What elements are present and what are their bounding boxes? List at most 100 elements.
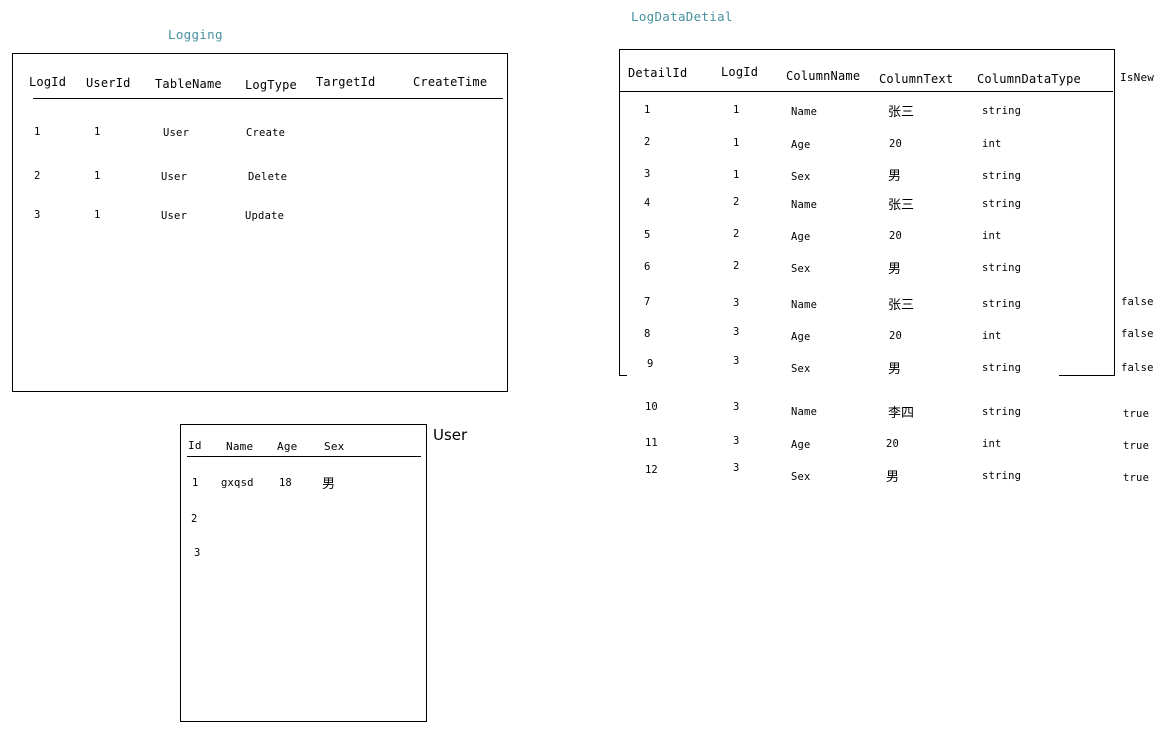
logdatadetial-cell-detailid: 2 [644, 136, 651, 148]
logdatadetial-cell-detailid: 4 [644, 197, 651, 209]
user-table-box [180, 424, 427, 722]
logdatadetial-cell-columnname: Age [791, 439, 811, 451]
logdatadetial-cell-columntext: 男 [888, 362, 902, 377]
logging-header-logtype: LogType [245, 78, 297, 92]
logdatadetial-cell-columndatatype: int [982, 438, 1002, 450]
logging-cell-userid: 1 [94, 209, 101, 221]
logging-cell-tablename: User [161, 210, 188, 222]
logdatadetial-cell-columndatatype: string [982, 198, 1022, 210]
logging-header-userid: UserId [86, 76, 131, 90]
user-header-rule [187, 456, 421, 457]
logdatadetial-cell-columntext: 张三 [888, 105, 915, 120]
logdatadetial-cell-columntext: 20 [889, 230, 903, 242]
logdatadetial-cell-columnname: Name [791, 406, 818, 418]
logdatadetial-cell-detailid: 1 [644, 104, 651, 116]
logdatadetial-cell-detailid: 3 [644, 168, 651, 180]
logdatadetial-cell-isnew: true [1123, 472, 1150, 484]
user-cell-id: 3 [194, 547, 201, 559]
logdatadetial-header-rule [619, 91, 1113, 92]
user-header-id: Id [188, 439, 202, 452]
logdatadetial-cell-isnew: false [1121, 296, 1154, 308]
logdatadetial-cell-logid: 3 [733, 462, 740, 474]
logdatadetial-cell-logid: 1 [733, 104, 740, 116]
user-cell-id: 1 [192, 477, 199, 489]
logdatadetial-cell-columnname: Age [791, 139, 811, 151]
logdatadetial-cell-columntext: 20 [889, 330, 903, 342]
logdatadetial-cell-columndatatype: string [982, 406, 1022, 418]
logging-cell-logid: 1 [34, 126, 41, 138]
logdatadetial-header-isnew: IsNew [1120, 71, 1155, 84]
logging-cell-logtype: Create [246, 127, 286, 139]
logdatadetial-cell-columntext: 男 [888, 169, 902, 184]
logdatadetial-cell-detailid: 9 [647, 358, 654, 370]
logdatadetial-cell-columndatatype: string [982, 298, 1022, 310]
logdatadetial-cell-logid: 2 [733, 260, 740, 272]
logdatadetial-cell-detailid: 8 [644, 328, 651, 340]
logdatadetial-cell-columntext: 男 [888, 262, 902, 277]
logdatadetial-cell-logid: 3 [733, 326, 740, 338]
logging-header-tablename: TableName [155, 77, 222, 91]
user-cell-name: gxqsd [221, 477, 254, 489]
logdatadetial-header-columnname: ColumnName [786, 69, 861, 83]
logdatadetial-cell-columndatatype: string [982, 105, 1022, 117]
logdatadetial-cell-logid: 3 [733, 401, 740, 413]
logging-header-logid: LogId [29, 75, 67, 89]
logdatadetial-cell-columntext: 20 [886, 438, 900, 450]
logdatadetial-header-columndatatype: ColumnDataType [977, 72, 1081, 86]
logdatadetial-cell-logid: 1 [733, 137, 740, 149]
logdatadetial-cell-detailid: 10 [645, 401, 658, 413]
logging-cell-userid: 1 [94, 170, 101, 182]
logdatadetial-cell-columnname: Age [791, 331, 811, 343]
logdatadetial-cell-detailid: 6 [644, 261, 651, 273]
logdatadetial-cell-isnew: true [1123, 440, 1150, 452]
user-cell-sex: 男 [322, 477, 336, 492]
logdatadetial-cell-columndatatype: string [982, 262, 1022, 274]
logdatadetial-cell-columntext: 20 [889, 138, 903, 150]
logdatadetial-cell-columndatatype: string [982, 362, 1022, 374]
logdatadetial-cell-columndatatype: int [982, 138, 1002, 150]
logdatadetial-bottom-left-stub [619, 375, 627, 376]
logging-cell-userid: 1 [94, 126, 101, 138]
logdatadetial-cell-detailid: 12 [645, 464, 658, 476]
logdatadetial-cell-detailid: 5 [644, 229, 651, 241]
logging-cell-logid: 2 [34, 170, 41, 182]
logdatadetial-cell-columntext: 李四 [888, 406, 915, 421]
logdatadetial-cell-columnname: Sex [791, 171, 811, 183]
logdatadetial-cell-columnname: Name [791, 299, 818, 311]
logdatadetial-cell-columnname: Name [791, 106, 818, 118]
logdatadetial-cell-logid: 2 [733, 196, 740, 208]
logging-cell-logtype: Delete [248, 171, 288, 183]
logdatadetial-table-title: LogDataDetial [631, 9, 733, 24]
logdatadetial-cell-columnname: Sex [791, 471, 811, 483]
logdatadetial-cell-logid: 3 [733, 435, 740, 447]
logdatadetial-cell-logid: 3 [733, 297, 740, 309]
user-header-age: Age [277, 440, 298, 453]
logdatadetial-cell-isnew: false [1121, 362, 1154, 374]
logging-cell-logid: 3 [34, 209, 41, 221]
logdatadetial-header-detailid: DetailId [628, 66, 688, 80]
logdatadetial-cell-detailid: 11 [645, 437, 658, 449]
logdatadetial-cell-columndatatype: int [982, 230, 1002, 242]
logdatadetial-cell-isnew: false [1121, 328, 1154, 340]
logdatadetial-cell-columntext: 张三 [888, 198, 915, 213]
user-header-name: Name [226, 440, 254, 453]
user-table-title: User [433, 426, 468, 444]
logdatadetial-header-columntext: ColumnText [879, 72, 954, 86]
logdatadetial-cell-columnname: Name [791, 199, 818, 211]
logging-cell-tablename: User [161, 171, 188, 183]
logging-header-createtime: CreateTime [413, 75, 488, 89]
logdatadetial-cell-isnew: true [1123, 408, 1150, 420]
logging-table-title: Logging [168, 27, 223, 42]
logdatadetial-cell-logid: 3 [733, 355, 740, 367]
user-header-sex: Sex [324, 440, 345, 453]
logdatadetial-cell-columndatatype: string [982, 470, 1022, 482]
logdatadetial-cell-columnname: Sex [791, 263, 811, 275]
user-cell-id: 2 [191, 513, 198, 525]
logdatadetial-cell-logid: 1 [733, 169, 740, 181]
logging-header-rule [33, 98, 503, 99]
logging-table-box [12, 53, 508, 392]
logging-header-targetid: TargetId [316, 75, 376, 89]
logdatadetial-bottom-right-stub [1059, 375, 1115, 376]
user-cell-age: 18 [279, 477, 292, 489]
logging-cell-tablename: User [163, 127, 190, 139]
